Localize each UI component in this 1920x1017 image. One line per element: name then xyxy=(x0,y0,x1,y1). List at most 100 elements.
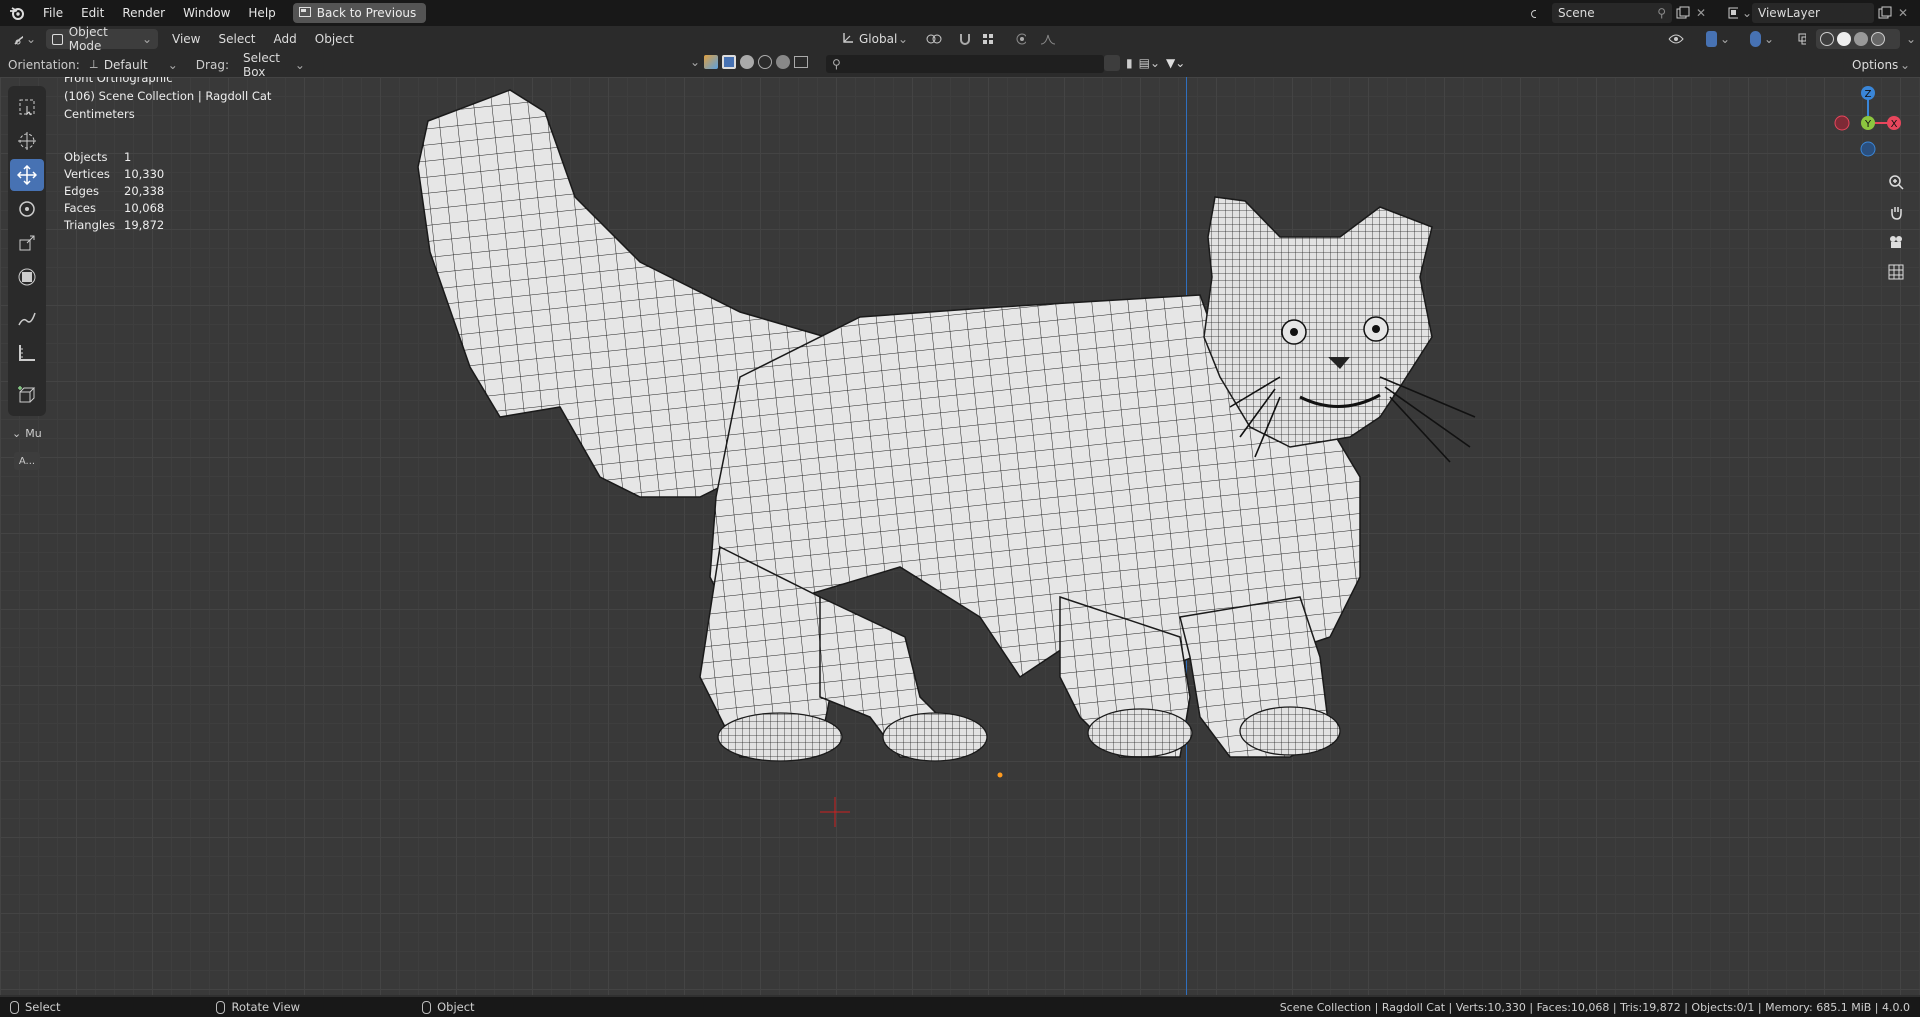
transform-tool-icon[interactable] xyxy=(10,261,44,293)
cursor-tool-icon[interactable] xyxy=(10,125,44,157)
menu-window[interactable]: Window xyxy=(174,0,239,26)
view-layer-field[interactable]: ViewLayer xyxy=(1752,3,1874,23)
drag-dropdown[interactable]: Select Box ⌄ xyxy=(237,51,311,79)
select-box-tool-icon[interactable] xyxy=(10,91,44,123)
status-object-label: Object xyxy=(437,1000,475,1014)
drag-dropdown-value: Select Box xyxy=(242,50,281,79)
new-view-layer-icon[interactable] xyxy=(1878,3,1896,23)
orientation-label: Orientation: xyxy=(8,57,80,72)
pin-icon[interactable]: ⚲ xyxy=(1657,6,1666,20)
header-menu-add[interactable]: Add xyxy=(268,29,303,49)
mode-selector[interactable]: Object Mode ⌄ xyxy=(46,25,158,53)
options-label: Options xyxy=(1852,57,1899,72)
sort-icon[interactable]: ▤⌄ xyxy=(1139,56,1160,70)
light-filter-icon[interactable] xyxy=(758,55,773,69)
move-tool-icon[interactable] xyxy=(10,159,44,191)
scene-statistics: Objects 1 Vertices 10,330 Edges 20,338 Face… xyxy=(64,149,164,234)
3d-viewport[interactable]: ⌄ Mu A... Front Orthographic (106) Scene… xyxy=(0,77,1920,995)
filter-options-group: ▮ ▤⌄ ▼⌄ xyxy=(1104,55,1185,71)
scene-name-field[interactable]: Scene ⚲ xyxy=(1552,3,1672,23)
new-scene-icon[interactable] xyxy=(1676,3,1694,23)
status-scene-info: Scene Collection | Ragdoll Cat | Verts:1… xyxy=(1279,1000,1910,1014)
proportional-edit-icon[interactable] xyxy=(1010,29,1032,49)
measure-tool-icon[interactable] xyxy=(10,337,44,369)
delete-view-layer-icon[interactable]: ✕ xyxy=(1898,3,1914,23)
apply-button[interactable]: A... xyxy=(14,452,40,470)
header-menu-object[interactable]: Object xyxy=(309,29,360,49)
snap-target-icon[interactable] xyxy=(976,29,1006,49)
toggle-ortho-grid-icon[interactable] xyxy=(1882,260,1910,284)
status-bar: Select Rotate View Object Scene Collecti… xyxy=(0,997,1920,1017)
gizmo-toggle-icon[interactable]: ⌄ xyxy=(1700,29,1736,49)
units-label: Centimeters xyxy=(64,107,135,121)
bookmark-icon[interactable]: ▮ xyxy=(1126,56,1133,70)
snap-toggle-icon[interactable] xyxy=(952,29,976,49)
gizmo-x-label: X xyxy=(1891,119,1898,130)
orientation-dropdown[interactable]: ⟂ Default ⌄ xyxy=(84,55,184,75)
menu-edit[interactable]: Edit xyxy=(72,0,113,26)
shading-options-chevron-icon[interactable]: ⌄ xyxy=(1900,29,1916,49)
visibility-eye-icon[interactable] xyxy=(1662,29,1692,49)
annotate-tool-icon[interactable] xyxy=(10,303,44,335)
status-rotate-label: Rotate View xyxy=(231,1000,301,1014)
world-filter-icon[interactable] xyxy=(776,55,791,69)
mouse-right-icon xyxy=(422,1000,432,1014)
object-mode-icon xyxy=(52,33,63,45)
orientation-value: Global xyxy=(859,32,898,46)
header-menu-select[interactable]: Select xyxy=(212,29,261,49)
search-input[interactable]: ⚲ xyxy=(826,55,1104,73)
orientation-axis-icon xyxy=(842,32,854,47)
overlays-toggle-icon[interactable]: ⌄ xyxy=(1744,29,1780,49)
pan-hand-icon[interactable] xyxy=(1882,200,1910,224)
navigation-gizmo[interactable]: Z X Y xyxy=(1828,83,1908,163)
material-filter-icon[interactable] xyxy=(740,55,755,69)
delete-scene-icon[interactable]: ✕ xyxy=(1696,3,1712,23)
solid-shading-icon[interactable] xyxy=(1837,32,1851,46)
header-menu-view[interactable]: View xyxy=(166,29,206,49)
camera-filter-icon[interactable] xyxy=(794,56,809,68)
shading-mode-group xyxy=(1816,29,1900,49)
search-icon: ⚲ xyxy=(832,57,841,71)
transform-orientation-dropdown[interactable]: Global ⌄ xyxy=(836,29,914,49)
menu-render[interactable]: Render xyxy=(113,0,174,26)
viewport-header: ⌄ Object Mode ⌄ View Select Add Object G… xyxy=(0,25,1920,53)
mesh-filter-icon[interactable] xyxy=(722,55,737,69)
add-cube-tool-icon[interactable] xyxy=(10,379,44,411)
status-rotate-hint: Rotate View xyxy=(216,1000,300,1014)
blender-logo-icon[interactable] xyxy=(0,6,34,20)
top-menu-bar: File Edit Render Window Help Back to Pre… xyxy=(0,0,1920,26)
ragdoll-cat-mesh[interactable] xyxy=(0,77,1920,995)
menu-file[interactable]: File xyxy=(34,0,72,26)
funnel-filter-icon[interactable]: ▼⌄ xyxy=(1166,56,1185,70)
viewport-filter-group: ⌄ xyxy=(690,55,809,69)
object-types-icon[interactable] xyxy=(704,55,719,69)
gizmo-y-label: Y xyxy=(1864,119,1872,130)
rendered-shading-icon[interactable] xyxy=(1871,32,1885,46)
tool-settings-bar: Orientation: ⟂ Default ⌄ Drag: Select Bo… xyxy=(0,51,1920,79)
stat-row-vertices: Vertices 10,330 xyxy=(64,167,165,181)
editor-type-icon[interactable]: ⌄ xyxy=(8,29,42,49)
stat-row-triangles: Triangles 19,872 xyxy=(64,218,165,232)
invert-filter-icon[interactable] xyxy=(1104,55,1120,71)
menu-help[interactable]: Help xyxy=(239,0,284,26)
pivot-point-icon[interactable] xyxy=(920,29,950,49)
filter-chevron-icon[interactable]: ⌄ xyxy=(690,55,700,69)
collapsed-panel-header[interactable]: ⌄ Mu xyxy=(12,427,42,440)
scale-tool-icon[interactable] xyxy=(10,227,44,259)
back-to-previous-button[interactable]: Back to Previous xyxy=(292,3,427,23)
scene-icon[interactable] xyxy=(1524,3,1542,23)
options-button[interactable]: Options ⌄ xyxy=(1846,55,1916,75)
gizmo-z-label: Z xyxy=(1865,89,1872,100)
status-select-label: Select xyxy=(25,1000,61,1014)
wireframe-shading-icon[interactable] xyxy=(1820,32,1834,46)
xray-toggle-icon[interactable] xyxy=(1792,29,1812,49)
zoom-icon[interactable] xyxy=(1882,170,1910,194)
mouse-middle-icon xyxy=(216,1000,226,1014)
view-name: Front Orthographic xyxy=(64,77,173,85)
falloff-icon[interactable] xyxy=(1034,29,1064,49)
view-layer-name: ViewLayer xyxy=(1758,6,1820,20)
stat-row-faces: Faces 10,068 xyxy=(64,201,165,215)
camera-view-icon[interactable] xyxy=(1882,230,1910,254)
rotate-tool-icon[interactable] xyxy=(10,193,44,225)
material-shading-icon[interactable] xyxy=(1854,32,1868,46)
